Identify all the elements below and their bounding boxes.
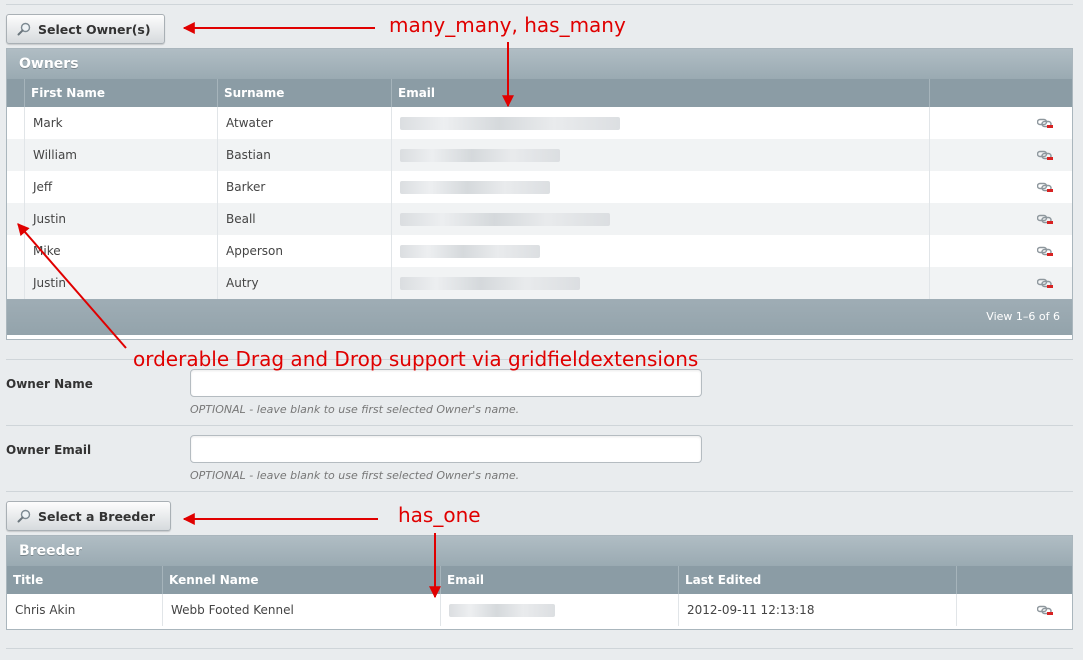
unlink-icon <box>1037 118 1054 129</box>
breeder-grid-body: Chris Akin Webb Footed Kennel 2012-09-11 1… <box>7 594 1072 626</box>
unlink-button[interactable] <box>929 203 1072 235</box>
unlink-button[interactable] <box>929 235 1072 267</box>
owners-grid: Owners First Name Surname Email Mark Atwa… <box>6 48 1073 340</box>
owners-table-row[interactable]: Justin Beall <box>7 203 1072 235</box>
unlink-button[interactable] <box>929 139 1072 171</box>
email-cell <box>391 107 929 139</box>
column-header-email[interactable]: Email <box>440 566 678 594</box>
first-name-cell: William <box>24 139 217 171</box>
drag-handle[interactable] <box>7 235 24 267</box>
first-name-cell: Mark <box>24 107 217 139</box>
owners-grid-body: Mark Atwater William Bastian Jeff Barker Justi… <box>7 107 1072 299</box>
divider-owner-email <box>6 425 1073 426</box>
owners-table-row[interactable]: William Bastian <box>7 139 1072 171</box>
email-cell <box>391 139 929 171</box>
annotation-has-one: has_one <box>398 503 481 527</box>
surname-cell: Bastian <box>217 139 391 171</box>
surname-cell: Atwater <box>217 107 391 139</box>
unlink-icon <box>1037 278 1054 289</box>
owner-email-input[interactable] <box>190 435 702 463</box>
owners-table-row[interactable]: Justin Autry <box>7 267 1072 299</box>
kennel-name-cell: Webb Footed Kennel <box>162 594 440 626</box>
column-header-surname[interactable]: Surname <box>217 79 391 107</box>
column-header-title[interactable]: Title <box>7 566 162 594</box>
redacted-email <box>400 149 560 162</box>
surname-cell: Autry <box>217 267 391 299</box>
email-cell <box>391 235 929 267</box>
unlink-icon <box>1037 246 1054 257</box>
drag-handle[interactable] <box>7 267 24 299</box>
email-cell <box>391 171 929 203</box>
redacted-email <box>400 277 580 290</box>
breeder-grid-header: Title Kennel Name Email Last Edited <box>7 566 1072 594</box>
column-header-actions <box>956 566 1072 594</box>
drag-handle[interactable] <box>7 107 24 139</box>
select-breeder-label: Select a Breeder <box>38 508 156 524</box>
unlink-icon <box>1037 605 1054 616</box>
unlink-icon <box>1037 182 1054 193</box>
owner-email-label: Owner Email <box>6 443 92 457</box>
column-header-email[interactable]: Email <box>391 79 929 107</box>
surname-cell: Barker <box>217 171 391 203</box>
owner-name-label: Owner Name <box>6 377 93 391</box>
title-cell: Chris Akin <box>15 603 76 617</box>
email-cell <box>391 203 929 235</box>
drag-handle[interactable] <box>7 171 24 203</box>
redacted-email <box>449 604 555 617</box>
owners-grid-header: First Name Surname Email <box>7 79 1072 107</box>
surname-cell: Beall <box>217 203 391 235</box>
annotation-orderable: orderable Drag and Drop support via grid… <box>133 347 699 371</box>
first-name-cell: Jeff <box>24 171 217 203</box>
owner-name-hint: OPTIONAL - leave blank to use first sele… <box>190 403 520 416</box>
owners-table-row[interactable]: Jeff Barker <box>7 171 1072 203</box>
select-breeder-button[interactable]: Select a Breeder <box>6 501 171 531</box>
email-cell <box>391 267 929 299</box>
column-header-last-edited[interactable]: Last Edited <box>678 566 956 594</box>
unlink-icon <box>1037 150 1054 161</box>
redacted-email <box>400 213 610 226</box>
first-name-cell: Mike <box>24 235 217 267</box>
unlink-button[interactable] <box>929 267 1072 299</box>
breeder-table-row[interactable]: Chris Akin Webb Footed Kennel 2012-09-11 1… <box>7 594 1072 626</box>
column-header-kennel-name[interactable]: Kennel Name <box>162 566 440 594</box>
bottom-divider <box>6 648 1073 649</box>
select-owners-label: Select Owner(s) <box>38 21 151 37</box>
column-header-first-name[interactable]: First Name <box>24 79 217 107</box>
first-name-cell: Justin <box>24 267 217 299</box>
drag-handle[interactable] <box>7 203 24 235</box>
drag-handle[interactable] <box>7 139 24 171</box>
top-divider <box>6 4 1073 5</box>
unlink-button[interactable] <box>956 594 1072 626</box>
last-edited-cell: 2012-09-11 12:13:18 <box>678 594 956 626</box>
owners-table-row[interactable]: Mike Apperson <box>7 235 1072 267</box>
first-name-cell: Justin <box>24 203 217 235</box>
email-cell <box>440 594 678 626</box>
drag-handle-column-header <box>7 79 24 107</box>
owners-table-row[interactable]: Mark Atwater <box>7 107 1072 139</box>
unlink-button[interactable] <box>929 171 1072 203</box>
surname-cell: Apperson <box>217 235 391 267</box>
redacted-email <box>400 117 620 130</box>
select-owners-button[interactable]: Select Owner(s) <box>6 14 165 44</box>
annotation-many-many: many_many, has_many <box>389 13 626 37</box>
breeder-grid-title: Breeder <box>7 536 1072 566</box>
magnifier-icon <box>17 22 31 36</box>
redacted-email <box>400 245 540 258</box>
breeder-grid: Breeder Title Kennel Name Email Last Edi… <box>6 535 1073 630</box>
owner-name-input[interactable] <box>190 369 702 397</box>
divider-breeder <box>6 491 1073 492</box>
unlink-button[interactable] <box>929 107 1072 139</box>
owners-grid-title: Owners <box>7 49 1072 79</box>
column-header-actions <box>929 79 1072 107</box>
owners-grid-footer: View 1–6 of 6 <box>7 299 1072 335</box>
unlink-icon <box>1037 214 1054 225</box>
owner-email-hint: OPTIONAL - leave blank to use first sele… <box>190 469 520 482</box>
magnifier-icon <box>17 509 31 523</box>
redacted-email <box>400 181 550 194</box>
